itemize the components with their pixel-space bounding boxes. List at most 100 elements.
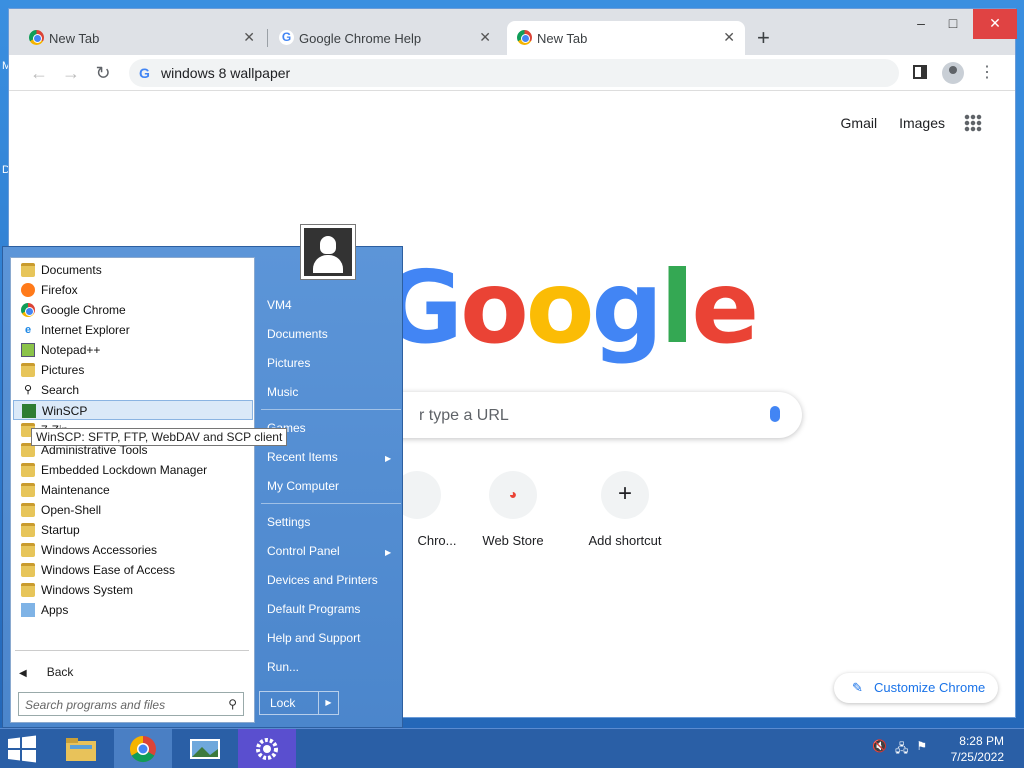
program-winscp[interactable]: WinSCP: [13, 400, 253, 420]
shortcut-web-store[interactable]: ◕ Web Store: [457, 471, 569, 548]
place-vm4[interactable]: VM4: [267, 297, 292, 313]
program-notepad-plus-plus[interactable]: Notepad++: [13, 340, 253, 360]
place-devices-and-printers[interactable]: Devices and Printers: [267, 572, 378, 588]
search-icon: ⚲: [23, 384, 33, 396]
address-bar-text[interactable]: windows 8 wallpaper: [161, 65, 290, 81]
program-label: Windows Ease of Access: [41, 563, 176, 577]
browser-toolbar: ← → ↻ G windows 8 wallpaper ⋮: [9, 55, 1015, 91]
tab-new-tab-active[interactable]: New Tab ✕: [507, 21, 745, 55]
divider: [261, 503, 401, 504]
customize-chrome-button[interactable]: ✎ Customize Chrome: [834, 673, 998, 703]
close-tab-icon[interactable]: ✕: [723, 29, 735, 46]
network-icon[interactable]: 🖧: [895, 739, 908, 760]
programs-list: Documents Firefox Google Chrome e Interne…: [10, 257, 255, 723]
profile-avatar-icon[interactable]: [942, 62, 964, 84]
new-tab-button[interactable]: +: [757, 25, 770, 51]
program-label: Windows System: [41, 583, 134, 597]
file-explorer-icon[interactable]: [52, 729, 110, 768]
logo-letter: o: [460, 249, 529, 366]
plus-icon: +: [601, 471, 649, 519]
program-internet-explorer[interactable]: e Internet Explorer: [13, 320, 253, 340]
gmail-link[interactable]: Gmail: [841, 115, 878, 131]
place-recent-items[interactable]: Recent Items ▶: [267, 449, 397, 465]
address-bar[interactable]: G windows 8 wallpaper: [129, 59, 899, 87]
firefox-icon: [21, 283, 35, 297]
back-button[interactable]: ◀ Back: [19, 664, 73, 682]
folder-icon: [21, 483, 35, 497]
place-music[interactable]: Music: [267, 384, 298, 400]
program-search-input[interactable]: Search programs and files ⚲: [18, 692, 244, 716]
images-link[interactable]: Images: [899, 115, 945, 131]
volume-muted-icon[interactable]: 🔇: [872, 739, 887, 760]
chrome-web-store-icon: ◕: [489, 471, 537, 519]
clock[interactable]: 8:28 PM 7/25/2022: [951, 733, 1004, 765]
place-control-panel[interactable]: Control Panel ▶: [267, 543, 397, 559]
program-label: Windows Accessories: [41, 543, 158, 557]
place-settings[interactable]: Settings: [267, 514, 310, 530]
logo-letter: o: [525, 249, 595, 366]
program-windows-ease-of-access[interactable]: Windows Ease of Access: [13, 560, 253, 580]
back-arrow-icon[interactable]: ←: [27, 61, 51, 85]
program-maintenance[interactable]: Maintenance: [13, 480, 253, 500]
program-label: Firefox: [41, 283, 78, 297]
logo-letter: e: [691, 249, 759, 366]
reload-icon[interactable]: ↻: [91, 61, 115, 85]
program-documents[interactable]: Documents: [13, 260, 253, 280]
chrome-icon: [517, 30, 532, 45]
program-label: Notepad++: [41, 343, 101, 357]
tab-label: New Tab: [537, 30, 588, 46]
program-label: Google Chrome: [41, 303, 126, 317]
tab-separator: [267, 29, 268, 47]
program-pictures[interactable]: Pictures: [13, 360, 253, 380]
maximize-button[interactable]: □: [933, 9, 973, 39]
folder-icon: [21, 503, 35, 517]
program-open-shell[interactable]: Open-Shell: [13, 500, 253, 520]
close-tab-icon[interactable]: ✕: [243, 29, 255, 46]
program-search[interactable]: ⚲ Search: [13, 380, 253, 400]
settings-gear-icon[interactable]: [238, 729, 296, 768]
program-apps[interactable]: Apps: [13, 600, 253, 620]
lock-button[interactable]: Lock ▶: [259, 691, 339, 715]
microphone-icon[interactable]: [770, 406, 780, 422]
user-avatar[interactable]: [300, 224, 356, 280]
program-windows-accessories[interactable]: Windows Accessories: [13, 540, 253, 560]
search-icon[interactable]: ⚲: [228, 697, 237, 711]
search-placeholder: r type a URL: [419, 407, 509, 424]
ntp-search-box[interactable]: r type a URL: [349, 392, 802, 438]
photos-icon[interactable]: [176, 729, 234, 768]
folder-icon: [21, 563, 35, 577]
winscp-tooltip: WinSCP: SFTP, FTP, WebDAV and SCP client: [31, 428, 288, 446]
close-window-button[interactable]: ✕: [973, 9, 1017, 39]
program-windows-system[interactable]: Windows System: [13, 580, 253, 600]
chrome-icon[interactable]: [114, 729, 172, 768]
folder-icon: [21, 543, 35, 557]
lock-options-arrow-icon[interactable]: ▶: [318, 692, 338, 714]
place-my-computer[interactable]: My Computer: [267, 478, 339, 494]
start-menu: Documents Firefox Google Chrome e Interne…: [2, 246, 403, 728]
close-tab-icon[interactable]: ✕: [479, 29, 491, 46]
program-embedded-lockdown-manager[interactable]: Embedded Lockdown Manager: [13, 460, 253, 480]
place-documents[interactable]: Documents: [267, 326, 328, 342]
place-label: Control Panel: [267, 544, 340, 558]
place-default-programs[interactable]: Default Programs: [267, 601, 360, 617]
lock-label: Lock: [270, 696, 296, 710]
program-label: Open-Shell: [41, 503, 102, 517]
more-menu-icon[interactable]: ⋮: [979, 62, 995, 84]
tab-chrome-help[interactable]: G Google Chrome Help ✕: [269, 21, 501, 55]
place-run[interactable]: Run...: [267, 659, 299, 675]
tab-new-tab-1[interactable]: New Tab ✕: [19, 21, 265, 55]
program-label: Embedded Lockdown Manager: [41, 463, 208, 477]
windows-start-icon[interactable]: [6, 735, 38, 763]
shortcut-add[interactable]: + Add shortcut: [569, 471, 681, 548]
shortcut-label: Web Store: [482, 533, 544, 548]
place-help-and-support[interactable]: Help and Support: [267, 630, 360, 646]
forward-arrow-icon[interactable]: →: [59, 61, 83, 85]
place-pictures[interactable]: Pictures: [267, 355, 310, 371]
program-google-chrome[interactable]: Google Chrome: [13, 300, 253, 320]
program-startup[interactable]: Startup: [13, 520, 253, 540]
google-apps-icon[interactable]: [964, 114, 982, 132]
program-firefox[interactable]: Firefox: [13, 280, 253, 300]
side-panel-icon[interactable]: [913, 65, 927, 79]
divider: [15, 650, 249, 651]
action-center-icon[interactable]: ⚑: [916, 739, 927, 760]
